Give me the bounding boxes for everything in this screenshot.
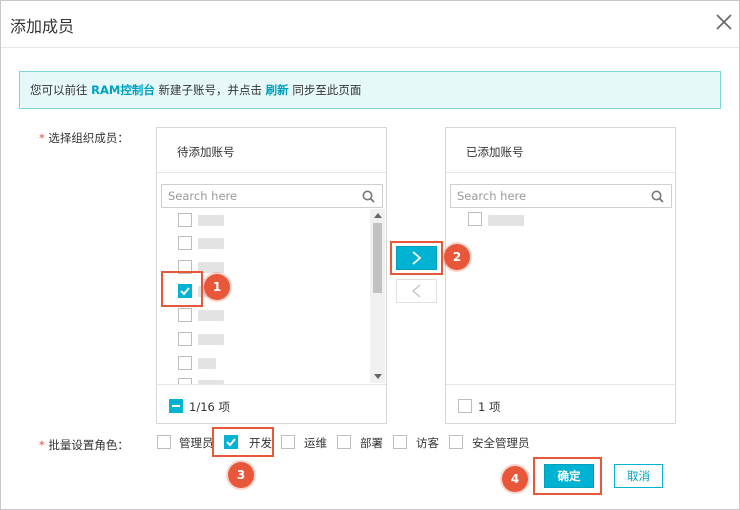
role-checkbox-security-admin[interactable] [449, 435, 463, 449]
highlight-box-confirm [533, 457, 602, 495]
info-notice: 您可以前往 RAM控制台 新建子账号，并点击 刷新 同步至此页面 [19, 71, 721, 109]
added-count: 1 项 [478, 400, 501, 414]
account-name [198, 238, 224, 249]
chevron-left-icon [411, 284, 421, 298]
scroll-down-arrow-icon[interactable] [374, 374, 382, 379]
role-checkbox-deploy[interactable] [337, 435, 351, 449]
notice-prefix: 您可以前往 [30, 83, 88, 97]
role-label-deploy: 部署 [360, 436, 383, 450]
account-checkbox[interactable] [178, 356, 192, 370]
role-checkbox-guest[interactable] [393, 435, 407, 449]
scroll-up-arrow-icon[interactable] [374, 213, 382, 218]
notice-middle: 新建子账号，并点击 [158, 83, 263, 97]
select-all-checkbox-partial[interactable] [169, 399, 183, 413]
account-checkbox[interactable] [178, 332, 192, 346]
refresh-link[interactable]: 刷新 [266, 83, 289, 97]
added-search-input[interactable]: Search here [450, 184, 672, 208]
add-member-dialog: 添加成员 您可以前往 RAM控制台 新建子账号，并点击 刷新 同步至此页面 * … [0, 0, 740, 510]
pending-search-input[interactable]: Search here [161, 184, 383, 208]
ram-console-link[interactable]: RAM控制台 [91, 83, 155, 97]
role-label-security-admin: 安全管理员 [472, 436, 530, 450]
batch-role-label: * 批量设置角色： [39, 437, 129, 453]
account-checkbox[interactable] [178, 213, 192, 227]
select-members-label: * 选择组织成员： [39, 130, 129, 146]
required-mark: * [39, 131, 45, 145]
panel-divider [157, 172, 386, 173]
account-checkbox[interactable] [178, 236, 192, 250]
role-label-ops: 运维 [304, 436, 327, 450]
pending-count: 1/16 项 [189, 400, 230, 414]
scrollbar-thumb[interactable] [373, 223, 382, 293]
highlight-box-dev-role [212, 427, 274, 457]
panel-divider [446, 172, 675, 173]
account-checkbox[interactable] [178, 308, 192, 322]
account-name [488, 215, 524, 226]
batch-role-text: 批量设置角色： [48, 438, 129, 452]
panel-footer-divider [157, 384, 386, 385]
select-all-checkbox[interactable] [458, 399, 472, 413]
highlight-box-move-right [390, 241, 443, 275]
search-placeholder: Search here [457, 189, 527, 203]
step-badge-1: 1 [204, 274, 230, 300]
cancel-button[interactable]: 取消 [614, 464, 663, 488]
required-mark: * [39, 438, 45, 452]
role-label-admin: 管理员 [179, 436, 214, 450]
role-checkbox-admin[interactable] [157, 435, 171, 449]
account-name [198, 334, 224, 345]
step-badge-2: 2 [444, 244, 470, 270]
step-badge-4: 4 [502, 466, 528, 492]
added-panel-title: 已添加账号 [466, 145, 524, 159]
highlight-box-checkbox [161, 271, 203, 307]
select-members-text: 选择组织成员： [48, 131, 129, 145]
account-name [198, 358, 216, 369]
account-checkbox[interactable] [468, 212, 482, 226]
search-placeholder: Search here [168, 189, 238, 203]
added-accounts-panel: 已添加账号 Search here 1 项 [445, 127, 676, 424]
search-icon[interactable] [651, 190, 664, 203]
account-name [198, 215, 224, 226]
close-icon[interactable] [715, 13, 733, 31]
panel-footer-divider [446, 384, 675, 385]
search-icon[interactable] [362, 190, 375, 203]
pending-panel-title: 待添加账号 [177, 145, 235, 159]
role-checkbox-ops[interactable] [281, 435, 295, 449]
account-name [198, 310, 224, 321]
move-left-button[interactable] [396, 279, 437, 303]
role-label-guest: 访客 [416, 436, 439, 450]
notice-suffix: 同步至此页面 [292, 83, 362, 97]
header-divider [1, 47, 739, 48]
step-badge-3: 3 [228, 462, 254, 488]
dialog-title: 添加成员 [10, 17, 75, 36]
